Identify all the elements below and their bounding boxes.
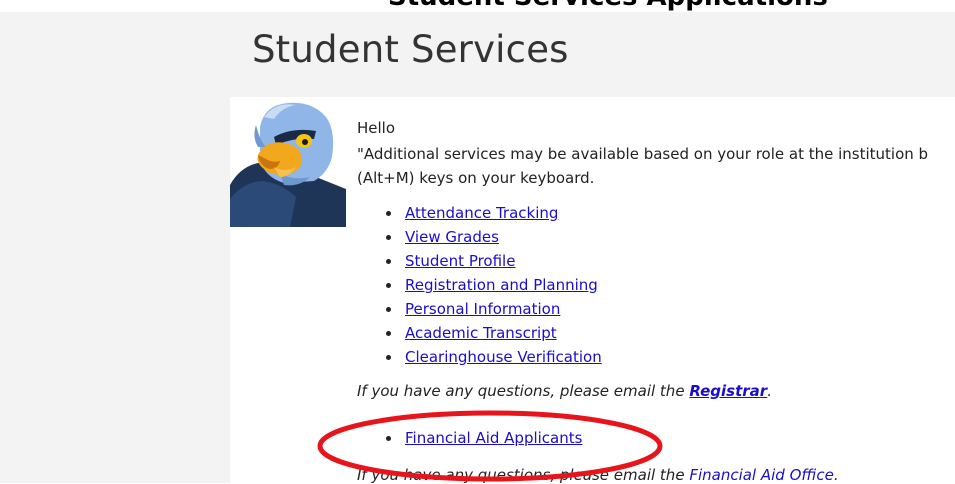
student-profile-link[interactable]: Student Profile [405, 252, 515, 270]
aid-note-prefix: If you have any questions, please email … [357, 466, 690, 484]
academic-transcript-link[interactable]: Academic Transcript [405, 324, 557, 342]
list-item: Clearinghouse Verification [357, 346, 602, 370]
registrar-note-suffix: . [767, 382, 772, 400]
registrar-link[interactable]: Registrar [689, 382, 767, 400]
info-line-1: "Additional services may be available ba… [357, 145, 929, 163]
list-item: Financial Aid Applicants [357, 427, 582, 451]
page-title: Student Services [252, 28, 569, 71]
list-item: View Grades [357, 226, 602, 250]
registrar-note-prefix: If you have any questions, please email … [357, 382, 690, 400]
aid-note: If you have any questions, please email … [357, 466, 839, 484]
attendance-tracking-link[interactable]: Attendance Tracking [405, 204, 558, 222]
aid-note-suffix: . [833, 466, 839, 484]
info-text: "Additional services may be available ba… [357, 142, 955, 190]
list-item: Attendance Tracking [357, 202, 602, 226]
registrar-note: If you have any questions, please email … [357, 382, 772, 400]
view-grades-link[interactable]: View Grades [405, 228, 499, 246]
registration-planning-link[interactable]: Registration and Planning [405, 276, 598, 294]
aid-list: Financial Aid Applicants [357, 427, 582, 451]
list-item: Student Profile [357, 250, 602, 274]
financial-aid-office-link[interactable]: Financial Aid Office [689, 466, 834, 484]
greeting-text: Hello [357, 119, 396, 137]
info-line-2: (Alt+M) keys on your keyboard. [357, 169, 595, 187]
eagle-mascot-icon [230, 97, 346, 227]
list-item: Academic Transcript [357, 322, 602, 346]
personal-information-link[interactable]: Personal Information [405, 300, 560, 318]
list-item: Personal Information [357, 298, 602, 322]
clearinghouse-verification-link[interactable]: Clearinghouse Verification [405, 348, 602, 366]
financial-aid-applicants-link[interactable]: Financial Aid Applicants [405, 429, 582, 447]
top-strip: Student Services Applications [0, 0, 955, 12]
services-list: Attendance Tracking View Grades Student … [357, 202, 602, 370]
list-item: Registration and Planning [357, 274, 602, 298]
top-strip-text: Student Services Applications [388, 0, 828, 12]
